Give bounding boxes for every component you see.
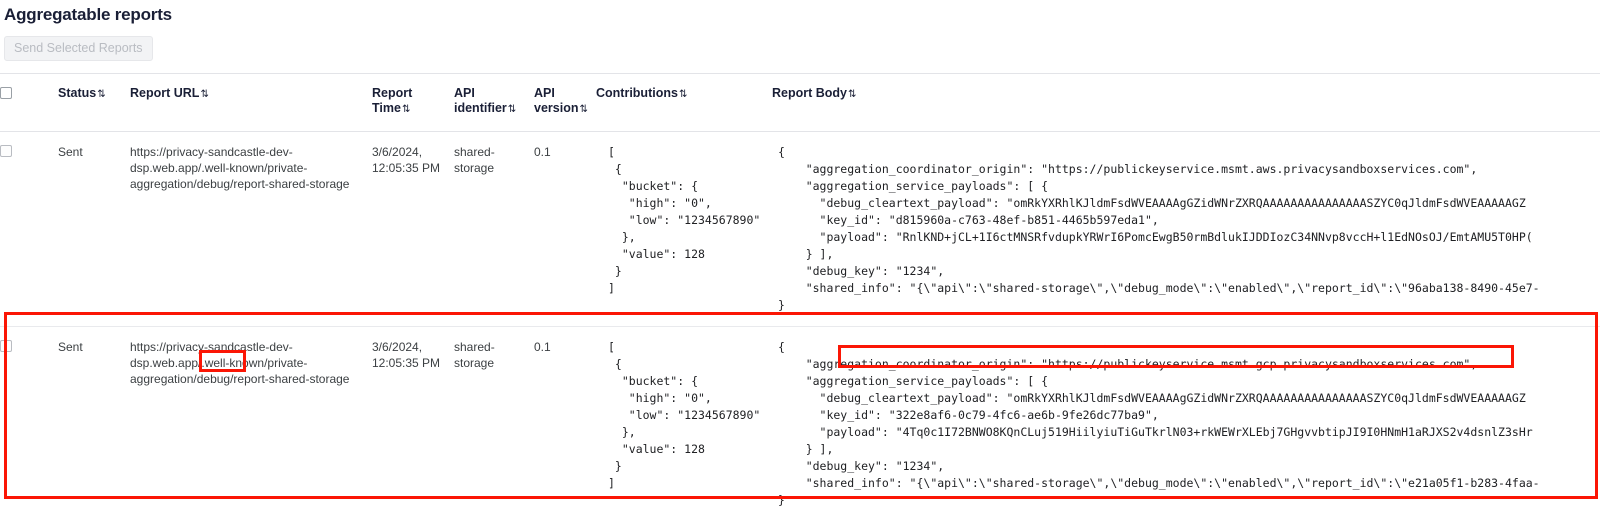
contributions-json: [ { "bucket": { "high": "0", "low": "123… <box>596 144 766 297</box>
column-header-api-identifier-label: API identifier <box>454 86 507 115</box>
report-body-json: { "aggregation_coordinator_origin": "htt… <box>772 339 1594 509</box>
cell-contributions: [ { "bucket": { "high": "0", "low": "123… <box>596 132 772 327</box>
select-all-header <box>0 74 58 132</box>
report-body-json: { "aggregation_coordinator_origin": "htt… <box>772 144 1594 314</box>
cell-report-body: { "aggregation_coordinator_origin": "htt… <box>772 327 1600 509</box>
sort-icon[interactable]: ⇅ <box>402 104 409 115</box>
cell-report-time: 3/6/2024, 12:05:35 PM <box>372 327 454 509</box>
toolbar: Send Selected Reports <box>4 36 1600 61</box>
cell-api-version: 0.1 <box>534 327 596 509</box>
column-header-status[interactable]: Status⇅ <box>58 74 130 132</box>
cell-report-time: 3/6/2024, 12:05:35 PM <box>372 132 454 327</box>
contributions-json: [ { "bucket": { "high": "0", "low": "123… <box>596 339 766 492</box>
table-header-row: Status⇅ Report URL⇅ Report Time⇅ API ide… <box>0 74 1600 132</box>
sort-icon[interactable]: ⇅ <box>679 89 686 100</box>
row-select-checkbox[interactable] <box>0 145 12 157</box>
column-header-contributions[interactable]: Contributions⇅ <box>596 74 772 132</box>
cell-api-identifier: shared-storage <box>454 327 534 509</box>
column-header-report-url[interactable]: Report URL⇅ <box>130 74 372 132</box>
cell-report-url: https://privacy-sandcastle-dev-dsp.web.a… <box>130 132 372 327</box>
aggregatable-reports-table: Status⇅ Report URL⇅ Report Time⇅ API ide… <box>0 74 1600 509</box>
cell-api-version: 0.1 <box>534 132 596 327</box>
sort-icon[interactable]: ⇅ <box>848 89 855 100</box>
sort-icon[interactable]: ⇅ <box>508 104 515 115</box>
column-header-report-url-label: Report URL <box>130 86 199 100</box>
cell-status: Sent <box>58 327 130 509</box>
sort-icon[interactable]: ⇅ <box>97 89 104 100</box>
cell-report-url: https://privacy-sandcastle-dev-dsp.web.a… <box>130 327 372 509</box>
cell-report-body: { "aggregation_coordinator_origin": "htt… <box>772 132 1600 327</box>
row-select-cell <box>0 132 58 327</box>
column-header-report-body[interactable]: Report Body⇅ <box>772 74 1600 132</box>
table-row[interactable]: Sent https://privacy-sandcastle-dev-dsp.… <box>0 327 1600 509</box>
sort-icon[interactable]: ⇅ <box>579 104 586 115</box>
row-select-cell <box>0 327 58 509</box>
column-header-api-version-label: API version <box>534 86 578 115</box>
page-title: Aggregatable reports <box>4 4 1600 26</box>
column-header-api-version[interactable]: API version⇅ <box>534 74 596 132</box>
table-body: Sent https://privacy-sandcastle-dev-dsp.… <box>0 132 1600 509</box>
send-selected-reports-button[interactable]: Send Selected Reports <box>4 36 153 61</box>
table-header: Status⇅ Report URL⇅ Report Time⇅ API ide… <box>0 74 1600 132</box>
column-header-report-time[interactable]: Report Time⇅ <box>372 74 454 132</box>
column-header-report-body-label: Report Body <box>772 86 847 100</box>
cell-status: Sent <box>58 132 130 327</box>
column-header-status-label: Status <box>58 86 96 100</box>
select-all-checkbox[interactable] <box>0 87 12 99</box>
cell-contributions: [ { "bucket": { "high": "0", "low": "123… <box>596 327 772 509</box>
reports-table-container: Status⇅ Report URL⇅ Report Time⇅ API ide… <box>0 73 1600 509</box>
table-row[interactable]: Sent https://privacy-sandcastle-dev-dsp.… <box>0 132 1600 327</box>
column-header-contributions-label: Contributions <box>596 86 678 100</box>
aggregatable-reports-page: Aggregatable reports Send Selected Repor… <box>0 0 1600 509</box>
sort-icon[interactable]: ⇅ <box>200 89 207 100</box>
cell-api-identifier: shared-storage <box>454 132 534 327</box>
row-select-checkbox[interactable] <box>0 340 12 352</box>
column-header-api-identifier[interactable]: API identifier⇅ <box>454 74 534 132</box>
